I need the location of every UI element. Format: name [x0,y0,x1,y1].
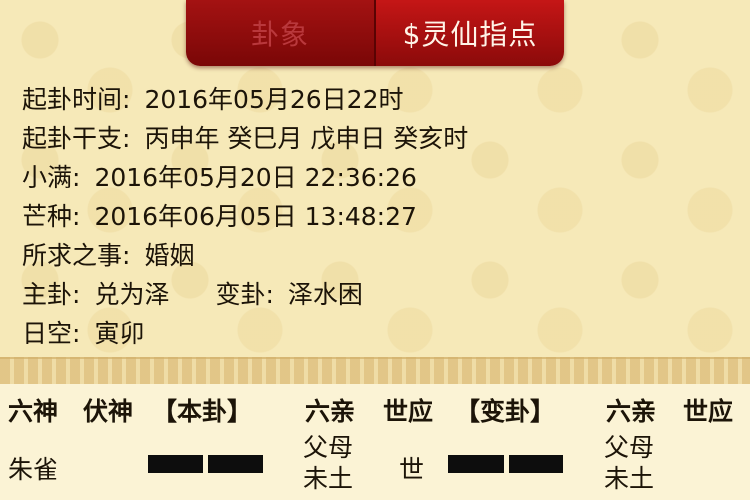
row1-liuqin2-line1: 父母 [604,433,655,462]
ganzhi-label: 起卦干支: [22,124,131,153]
main-gua-label: 主卦: [22,280,81,309]
row1-liuqin2-line2: 未土 [604,464,655,493]
header-liuqin: 六亲 [305,397,356,426]
qigua-time-label: 起卦时间: [22,85,131,114]
changed-gua-label: 变卦: [215,280,274,309]
row1-liuqin-line1: 父母 [303,433,354,462]
decorative-divider [0,357,750,387]
biangua-yang-line-left [448,455,504,473]
mangzhong-value: 2016年06月05日 13:48:27 [94,202,417,231]
main-gua-value: 兑为泽 [94,280,170,309]
rikong-label: 日空: [22,319,81,348]
matter-value: 婚姻 [144,241,195,270]
header-liuqin-2: 六亲 [606,397,657,426]
tab-guaxiang[interactable]: 卦象 [186,0,374,66]
header-biangua: 【变卦】 [455,397,556,426]
info-row-mangzhong: 芒种: 2016年06月05日 13:48:27 [22,197,468,236]
mangzhong-label: 芒种: [22,202,81,231]
row1-liuqin-2: 父母 未土 [604,432,654,494]
info-row-matter: 所求之事: 婚姻 [22,236,468,275]
header-bengua: 【本卦】 [152,397,253,426]
gua-table: 六神 伏神 【本卦】 六亲 世应 【变卦】 六亲 世应 朱雀 父母 未土 世 父… [0,384,750,500]
header-fushen: 伏神 [83,397,134,426]
biangua-yang-line-right [509,455,563,473]
header-shiying-2: 世应 [683,397,734,426]
xiaoman-value: 2016年05月20日 22:36:26 [94,163,417,192]
info-row-gua: 主卦: 兑为泽 变卦: 泽水困 [22,275,468,314]
divination-info: 起卦时间: 2016年05月26日22时 起卦干支: 丙申年 癸巳月 戊申日 癸… [22,80,468,353]
rikong-value: 寅卯 [94,319,145,348]
row1-liuqin-line2: 未土 [303,464,354,493]
bengua-yang-line-right [208,455,263,473]
header-shiying: 世应 [383,397,434,426]
row1-liuqin: 父母 未土 [303,432,353,494]
qigua-time-value: 2016年05月26日22时 [144,85,404,114]
matter-label: 所求之事: [22,241,131,270]
tab-lingxian-zhidian[interactable]: $灵仙指点 [374,0,564,66]
tab-bar: 卦象 $灵仙指点 [186,0,564,66]
changed-gua-value: 泽水困 [287,280,363,309]
info-row-ganzhi: 起卦干支: 丙申年 癸巳月 戊申日 癸亥时 [22,119,468,158]
bengua-yang-line-left [148,455,203,473]
row1-liushen: 朱雀 [8,455,59,484]
header-liushen: 六神 [8,397,59,426]
info-row-qigua-time: 起卦时间: 2016年05月26日22时 [22,80,468,119]
xiaoman-label: 小满: [22,163,81,192]
ganzhi-value: 丙申年 癸巳月 戊申日 癸亥时 [144,124,469,153]
info-row-xiaoman: 小满: 2016年05月20日 22:36:26 [22,158,468,197]
row1-shiying: 世 [399,455,425,484]
info-row-rikong: 日空: 寅卯 [22,314,468,353]
